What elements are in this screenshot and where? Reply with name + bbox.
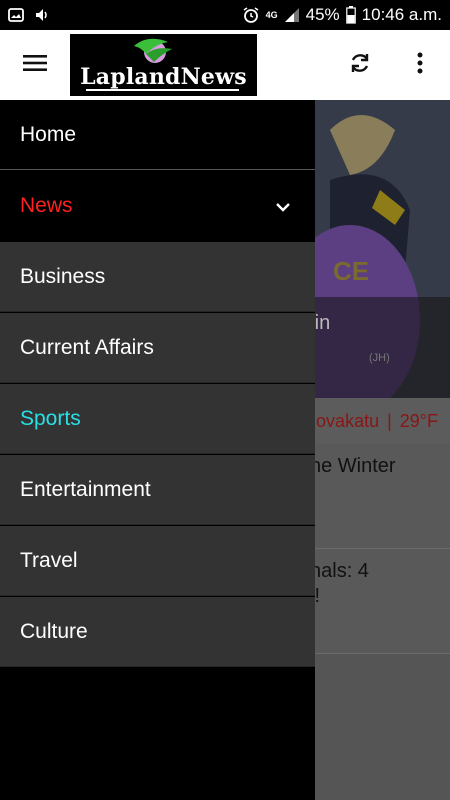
drawer-item-entertainment[interactable]: Entertainment [0, 455, 315, 525]
drawer-item-label: News [20, 194, 73, 217]
battery-icon [345, 6, 356, 24]
weather-temp: 29°F [399, 410, 438, 431]
drawer-item-sports[interactable]: Sports [0, 384, 315, 454]
drawer-item-current-affairs[interactable]: Current Affairs [0, 313, 315, 383]
svg-text:CE: CE [333, 256, 369, 286]
article-title: nals: 4 [310, 560, 369, 582]
logo-underline [86, 89, 239, 91]
screenshot-icon [8, 7, 24, 23]
menu-button[interactable] [0, 30, 70, 100]
drawer-item-label: Entertainment [20, 477, 151, 501]
drawer-item-label: Current Affairs [20, 335, 154, 359]
alarm-icon [242, 6, 260, 24]
drawer-item-label: Business [20, 264, 106, 288]
drawer-item-business[interactable]: Business [0, 242, 315, 312]
hamburger-icon [23, 54, 47, 77]
app-logo[interactable]: LaplandNews [70, 34, 257, 96]
logo-leaf-icon [130, 36, 176, 71]
status-bar: 4G 45% 10:46 a.m. [0, 0, 450, 30]
navigation-drawer: Home News Business Current Affairs Sport… [0, 100, 315, 800]
drawer-item-travel[interactable]: Travel [0, 526, 315, 596]
volume-icon [34, 7, 50, 23]
refresh-button[interactable] [330, 30, 390, 100]
article-title: he Winter [310, 455, 396, 477]
drawer-item-label: Home [20, 122, 77, 146]
drawer-item-culture[interactable]: Culture [0, 597, 315, 667]
more-vert-icon [417, 52, 423, 79]
clock: 10:46 a.m. [361, 5, 442, 24]
app-bar: LaplandNews [0, 30, 450, 100]
overflow-menu-button[interactable] [390, 30, 450, 100]
drawer-item-news[interactable]: News [0, 171, 315, 241]
chevron-down-icon[interactable] [275, 194, 291, 218]
network-type-label: 4G [265, 9, 278, 20]
signal-icon [284, 7, 300, 23]
battery-percent: 45% [305, 5, 340, 24]
hero-credit: (JH) [369, 352, 390, 364]
weather-city: ovakatu [316, 410, 380, 431]
drawer-item-home[interactable]: Home [0, 100, 315, 170]
drawer-item-label: Culture [20, 619, 88, 643]
drawer-item-label: Travel [20, 548, 78, 572]
refresh-icon [348, 51, 372, 80]
weather-separator: | [387, 410, 392, 431]
drawer-item-label: Sports [20, 406, 81, 430]
